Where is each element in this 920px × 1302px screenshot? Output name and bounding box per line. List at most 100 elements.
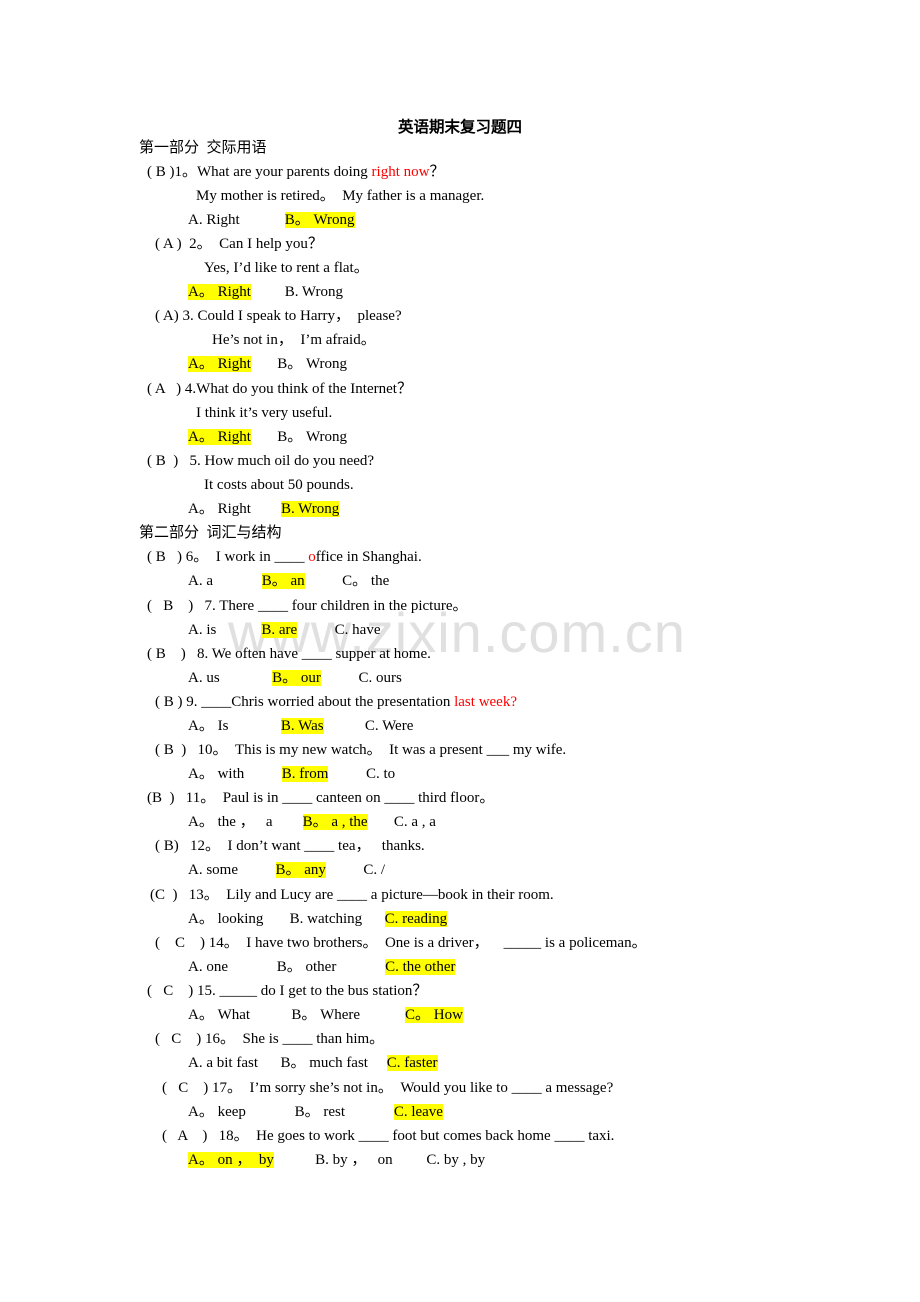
line-text: A。 keep B。 rest: [188, 1104, 394, 1120]
line-text: B。 Wrong: [250, 356, 347, 372]
line-text: A. one B。 other: [188, 959, 386, 975]
document-line: A。 Is B. Was C. Were: [188, 716, 413, 736]
line-text: C. have: [297, 622, 381, 638]
emphasis-text: right now: [371, 164, 430, 180]
section-heading: 第二部分 词汇与结构: [139, 525, 282, 541]
line-text: ( B ) 5. How much oil do you need?: [147, 453, 375, 469]
highlighted-answer: A。 Right: [188, 284, 251, 300]
document-line: A。 on ， by B. by ， on C. by , by: [188, 1150, 485, 1170]
emphasis-text: last week?: [454, 694, 517, 710]
line-text: ( C ) 17。 I’m sorry she’s not in。 Would …: [162, 1080, 614, 1096]
highlighted-answer: B。 our: [272, 670, 321, 686]
highlighted-answer: A。 on ， by: [188, 1152, 274, 1168]
document-line: ( B) 12。 I don’t want ____ tea， thanks.: [155, 836, 425, 856]
document-line: ( B ) 10。 This is my new watch。 It was a…: [155, 740, 566, 760]
document-line: ( B ) 6。 I work in ____ office in Shangh…: [147, 547, 422, 567]
document-line: I think it’s very useful.: [196, 403, 332, 423]
line-text: It costs about 50 pounds.: [204, 477, 354, 493]
line-text: He’s not in， I’m afraid。: [212, 332, 376, 348]
document-line: ( C ) 17。 I’m sorry she’s not in。 Would …: [162, 1078, 613, 1098]
line-text: ( B ) 7. There ____ four children in the…: [147, 598, 468, 614]
highlighted-answer: C. reading: [384, 911, 448, 927]
line-text: My mother is retired。 My father is a man…: [196, 188, 485, 204]
document-line: ( A) 3. Could I speak to Harry， please?: [155, 306, 402, 326]
document-line: (B ) 11。 Paul is in ____ canteen on ____…: [147, 788, 494, 808]
document-line: ( C ) 15. _____ do I get to the bus stat…: [147, 981, 427, 1001]
document-line: A. Right B。 Wrong: [188, 210, 355, 230]
line-text: ( C ) 14。 I have two brothers。 One is a …: [155, 935, 647, 951]
document-line: A。 Right B. Wrong: [188, 282, 343, 302]
document-line: ( A ) 18。 He goes to work ____ foot but …: [162, 1126, 614, 1146]
line-text: B. Wrong: [250, 284, 343, 300]
highlighted-answer: A。 Right: [188, 429, 251, 445]
section-heading: 第一部分 交际用语: [139, 140, 267, 156]
line-text: C。 the: [304, 573, 390, 589]
highlighted-answer: B. are: [261, 622, 298, 638]
document-line: A。 looking B. watching C. reading: [188, 909, 448, 929]
line-text: C. /: [325, 862, 386, 878]
line-text: ( C ) 16。 She is ____ than him。: [155, 1031, 385, 1047]
line-text: ( B ) 10。 This is my new watch。 It was a…: [155, 742, 567, 758]
document-line: ( B ) 5. How much oil do you need?: [147, 451, 374, 471]
line-text: A。 with: [188, 766, 282, 782]
line-text: A. a: [188, 573, 262, 589]
highlighted-answer: A。 Right: [188, 356, 251, 372]
line-text: ( B ) 8. We often have ____ supper at ho…: [147, 646, 431, 662]
document-line: ( B ) 8. We often have ____ supper at ho…: [147, 644, 431, 664]
line-text: ？: [429, 164, 445, 180]
document-line: A。 the ， a B。 a , the C. a , a: [188, 812, 436, 832]
line-text: A。 Is: [188, 718, 281, 734]
line-text: ffice in Shanghai.: [315, 549, 422, 565]
document-line: ( A ) 4.What do you think of the Interne…: [147, 379, 412, 399]
line-text: ( A) 3. Could I speak to Harry， please?: [155, 308, 402, 324]
line-text: C. to: [328, 766, 396, 782]
highlighted-answer: B. from: [281, 766, 329, 782]
line-text: C. Were: [323, 718, 414, 734]
line-text: A. a bit fast B。 much fast: [188, 1055, 387, 1071]
document-line: ( B ) 7. There ____ four children in the…: [147, 596, 467, 616]
document-line: A。 What B。 Where C。 How: [188, 1005, 463, 1025]
line-text: A. us: [188, 670, 273, 686]
line-text: C. a , a: [367, 814, 436, 830]
document-line: ( C ) 14。 I have two brothers。 One is a …: [155, 933, 647, 953]
document-line: A。 Right B。 Wrong: [188, 427, 347, 447]
document-line: A. one B。 other C. the other: [188, 957, 456, 977]
document-line: A. a B。 an C。 the: [188, 571, 389, 591]
highlighted-answer: C。 How: [405, 1007, 463, 1023]
line-text: B。 Wrong: [250, 429, 347, 445]
line-text: Yes, I’d like to rent a flat。: [204, 260, 369, 276]
document-line: My mother is retired。 My father is a man…: [196, 186, 484, 206]
line-text: B. by ， on C. by , by: [273, 1152, 486, 1168]
line-text: [240, 212, 285, 228]
line-text: ( B) 12。 I don’t want ____ tea， thanks.: [155, 838, 425, 854]
line-text: (C ) 13。 Lily and Lucy are ____ a pictur…: [150, 887, 554, 903]
highlighted-answer: C. the other: [385, 959, 456, 975]
line-text: ( B ) 9. ____Chris worried about the pre…: [155, 694, 455, 710]
highlighted-answer: B. Wrong: [280, 501, 340, 517]
document-line: He’s not in， I’m afraid。: [212, 330, 376, 350]
highlighted-answer: B。 a , the: [302, 814, 368, 830]
line-text: A。 What B。 Where: [188, 1007, 406, 1023]
line-text: ( B ) 6。 I work in ____: [147, 549, 309, 565]
document-line: ( A ) 2。 Can I help you？: [155, 234, 323, 254]
line-text: A. is: [188, 622, 262, 638]
document-line: ( B ) 9. ____Chris worried about the pre…: [155, 692, 517, 712]
document-line: A。 Right B。 Wrong: [188, 354, 347, 374]
highlighted-answer: B. Was: [280, 718, 324, 734]
document-line: A. some B。 any C. /: [188, 860, 385, 880]
document-line: It costs about 50 pounds.: [204, 475, 354, 495]
document-line: A。 with B. from C. to: [188, 764, 395, 784]
document-line: A。 Right B. Wrong: [188, 499, 340, 519]
line-text: I think it’s very useful.: [196, 405, 333, 421]
line-text: (B ) 11。 Paul is in ____ canteen on ____…: [147, 790, 495, 806]
line-text: ( C ) 15. _____ do I get to the bus stat…: [147, 983, 428, 999]
line-text: ( A ) 2。 Can I help you？: [155, 236, 323, 252]
highlighted-answer: B。 an: [261, 573, 305, 589]
page-title: 英语期末复习题四: [397, 119, 522, 136]
line-text: A. Right: [188, 212, 240, 228]
line-text: A。 the ， a: [188, 814, 303, 830]
highlighted-answer: C. leave: [393, 1104, 443, 1120]
line-text: A。 Right: [188, 501, 281, 517]
highlighted-answer: B。 any: [275, 862, 326, 878]
document-line: A. us B。 our C. ours: [188, 668, 402, 688]
